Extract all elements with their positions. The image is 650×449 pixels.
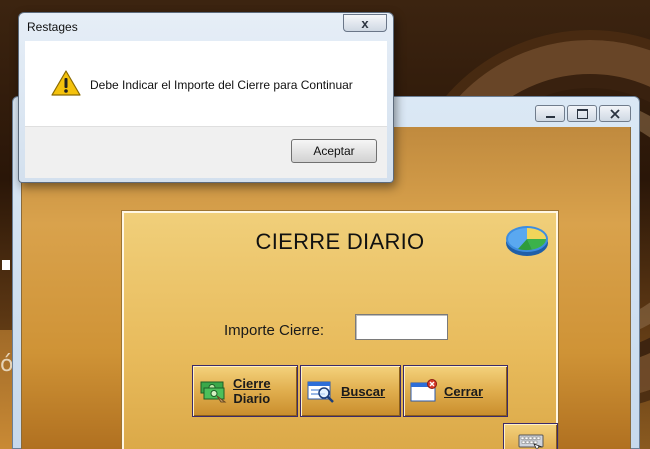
warning-icon <box>51 70 81 96</box>
window-controls <box>535 105 631 122</box>
money-icon <box>200 381 227 403</box>
cierre-label: Cierre <box>233 376 271 391</box>
keyboard-button[interactable] <box>503 423 558 449</box>
buscar-label: Buscar <box>341 383 386 399</box>
pie-chart-icon <box>506 226 548 256</box>
close-window-button[interactable] <box>599 105 631 122</box>
search-window-icon <box>307 381 334 403</box>
buscar-button[interactable]: Buscar <box>300 365 401 417</box>
close-icon: x <box>361 15 369 31</box>
cierre-diario-button[interactable]: Cierre Diario <box>192 365 298 417</box>
keyboard-icon <box>518 434 543 449</box>
panel-title: CIERRE DIARIO <box>255 229 425 254</box>
dialog-footer: Aceptar <box>25 126 387 178</box>
dialog-body: Debe Indicar el Importe del Cierre para … <box>25 41 387 126</box>
dialog-message: Debe Indicar el Importe del Cierre para … <box>90 78 353 92</box>
message-dialog: Restages x Debe Indicar el Importe del C… <box>18 12 394 183</box>
cerrar-button[interactable]: Cerrar <box>403 365 508 417</box>
background-marker <box>2 260 10 270</box>
aceptar-button[interactable]: Aceptar <box>291 139 377 163</box>
dialog-title: Restages <box>27 20 78 34</box>
close-icon <box>610 108 620 119</box>
maximize-button[interactable] <box>567 105 597 122</box>
cerrar-label: Cerrar <box>444 383 484 399</box>
diario-label: Diario <box>233 391 271 406</box>
minimize-button[interactable] <box>535 105 565 122</box>
dialog-close-button[interactable]: x <box>343 14 387 32</box>
importe-cierre-label: Importe Cierre: <box>224 322 325 339</box>
close-window-icon <box>410 379 437 402</box>
cierre-panel: CIERRE DIARIO Importe Cierre: Cierre Dia… <box>122 211 558 449</box>
importe-cierre-input[interactable] <box>355 314 448 340</box>
